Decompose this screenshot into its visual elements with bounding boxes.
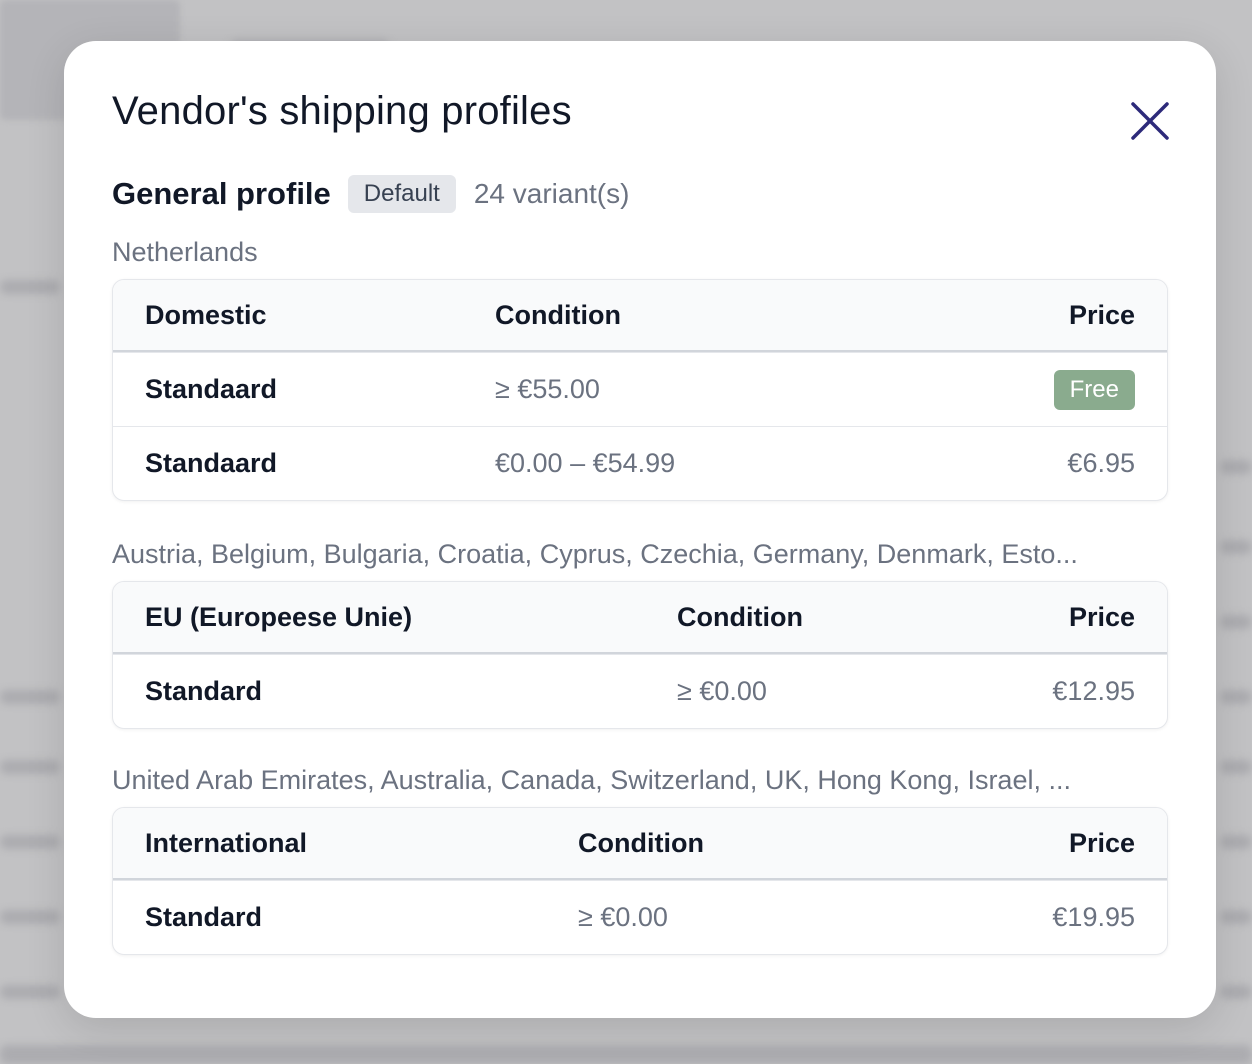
backdrop-text [1220, 985, 1252, 999]
rate-condition: ≥ €0.00 [578, 902, 668, 932]
backdrop-text [0, 985, 60, 999]
dialog-title: Vendor's shipping profiles [112, 89, 572, 133]
rate-price: €19.95 [1052, 902, 1135, 932]
backdrop-text [1220, 760, 1252, 774]
column-header-condition: Condition [677, 601, 803, 632]
shipping-table: International Condition Price Standard ≥… [112, 807, 1168, 955]
table-header-row: Domestic Condition Price [113, 280, 1167, 352]
shipping-table: Domestic Condition Price Standaard ≥ €55… [112, 279, 1168, 501]
rate-condition: €0.00 – €54.99 [495, 448, 676, 478]
backdrop-text [0, 280, 60, 294]
shipping-table: EU (Europeese Unie) Condition Price Stan… [112, 581, 1168, 729]
column-header-zone: EU (Europeese Unie) [145, 601, 413, 632]
column-header-price: Price [1068, 299, 1135, 330]
column-header-price: Price [1068, 827, 1135, 858]
rate-price: €12.95 [1052, 676, 1135, 706]
profile-header: General profile Default 24 variant(s) [112, 175, 629, 213]
group-countries-label: Austria, Belgium, Bulgaria, Croatia, Cyp… [112, 539, 1078, 569]
rate-name: Standard [145, 676, 263, 706]
rate-name: Standaard [145, 374, 278, 404]
table-header-row: International Condition Price [113, 808, 1167, 880]
column-header-price: Price [1068, 601, 1135, 632]
table-row: Standaard ≥ €55.00 Free [113, 352, 1167, 426]
close-icon [1131, 102, 1169, 140]
shipping-group-domestic: Netherlands Domestic Condition Price Sta… [112, 235, 1168, 501]
rate-price: Free [1053, 369, 1135, 410]
shipping-group-eu: Austria, Belgium, Bulgaria, Croatia, Cyp… [112, 537, 1168, 729]
table-row: Standard ≥ €0.00 €19.95 [113, 880, 1167, 954]
backdrop-text [1220, 540, 1252, 554]
backdrop-text [0, 760, 60, 774]
default-badge: Default [347, 175, 456, 213]
variant-count: 24 variant(s) [473, 178, 630, 209]
rate-condition: ≥ €55.00 [495, 374, 600, 404]
profile-name: General profile [112, 176, 331, 211]
table-header-row: EU (Europeese Unie) Condition Price [113, 582, 1167, 654]
backdrop-text [1220, 460, 1252, 474]
column-header-condition: Condition [578, 827, 704, 858]
group-countries-label: United Arab Emirates, Australia, Canada,… [112, 765, 1071, 795]
backdrop-text [0, 835, 60, 849]
table-row: Standard ≥ €0.00 €12.95 [113, 654, 1167, 728]
table-row: Standaard €0.00 – €54.99 €6.95 [113, 426, 1167, 500]
rate-name: Standard [145, 902, 263, 932]
rate-condition: ≥ €0.00 [677, 676, 767, 706]
backdrop-text [1220, 690, 1252, 704]
rate-name: Standaard [145, 448, 278, 478]
rate-price: €6.95 [1067, 448, 1135, 478]
column-header-zone: Domestic [145, 299, 267, 330]
backdrop-text [1220, 835, 1252, 849]
shipping-group-international: United Arab Emirates, Australia, Canada,… [112, 763, 1168, 955]
close-button[interactable] [1128, 99, 1172, 143]
backdrop-text [1220, 615, 1252, 629]
column-header-zone: International [145, 827, 308, 858]
free-badge: Free [1053, 369, 1135, 410]
group-countries-label: Netherlands [112, 237, 258, 267]
shipping-profiles-dialog: Vendor's shipping profiles General profi… [64, 41, 1216, 1018]
backdrop-text [0, 690, 60, 704]
backdrop-text [1220, 910, 1252, 924]
backdrop-text [0, 910, 60, 924]
backdrop-text [0, 1045, 1252, 1064]
column-header-condition: Condition [495, 299, 621, 330]
